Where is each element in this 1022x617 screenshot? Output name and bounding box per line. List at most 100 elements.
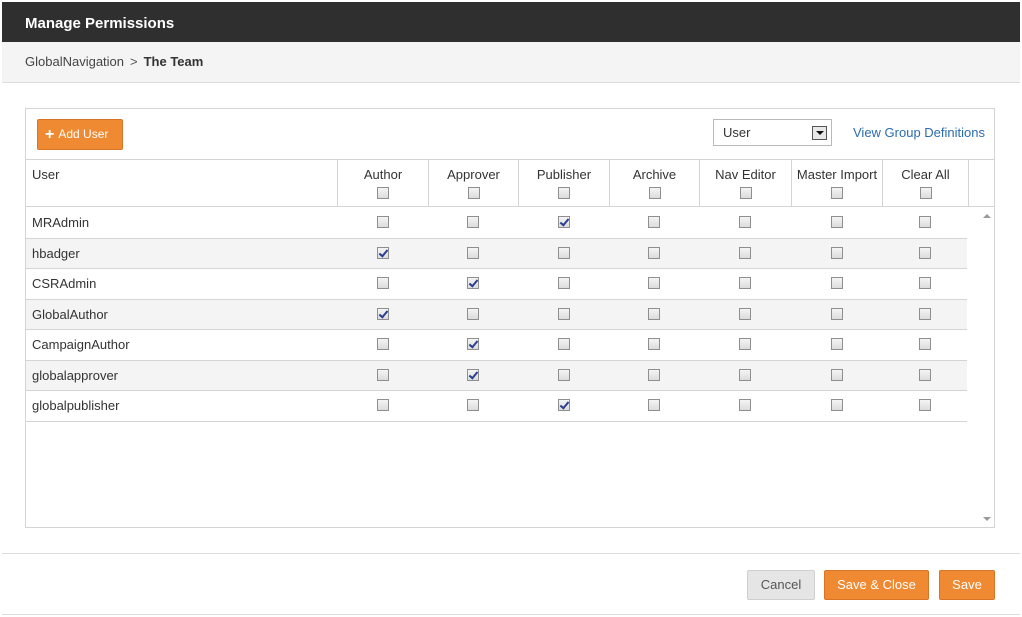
permission-archive-checkbox[interactable]	[648, 368, 660, 381]
permission-publisher-checkbox[interactable]	[558, 368, 570, 381]
permission-approver-checkbox[interactable]	[467, 277, 479, 289]
table-row: CampaignAuthor	[26, 330, 967, 361]
table-row: globalapprover	[26, 360, 967, 391]
select-all-nav-editor-checkbox[interactable]	[739, 187, 752, 199]
permission-master-import-checkbox[interactable]	[831, 277, 843, 289]
table-row: globalpublisher	[26, 391, 967, 422]
permission-nav-editor-checkbox[interactable]	[739, 399, 751, 411]
permission-author-checkbox[interactable]	[377, 399, 389, 411]
permission-author-checkbox[interactable]	[377, 216, 389, 228]
select-all-author-checkbox[interactable]	[377, 187, 389, 199]
column-header-label: Author	[363, 167, 403, 182]
table-row: MRAdmin	[26, 208, 967, 239]
permission-archive-checkbox[interactable]	[648, 246, 660, 259]
permission-approver-checkbox[interactable]	[467, 338, 479, 350]
table-row: GlobalAuthor	[26, 299, 967, 330]
breadcrumb-parent[interactable]: GlobalNavigation	[25, 54, 124, 69]
permission-publisher-checkbox[interactable]	[558, 246, 570, 259]
permission-nav-editor-checkbox[interactable]	[739, 246, 751, 259]
plus-icon: +	[45, 126, 55, 143]
column-header-label: User	[32, 167, 60, 182]
permission-approver-checkbox[interactable]	[467, 399, 479, 411]
permission-author-checkbox[interactable]	[377, 307, 389, 320]
permission-approver-checkbox[interactable]	[467, 368, 479, 381]
permission-author-checkbox[interactable]	[377, 246, 389, 259]
breadcrumb-separator: >	[130, 54, 138, 69]
user-name: globalpublisher	[32, 398, 120, 413]
permission-nav-editor-checkbox[interactable]	[739, 368, 751, 381]
permission-author-checkbox[interactable]	[377, 338, 389, 350]
permission-approver-checkbox[interactable]	[467, 216, 479, 228]
permission-publisher-checkbox[interactable]	[558, 338, 570, 350]
view-group-definitions-link[interactable]: View Group Definitions	[853, 125, 985, 140]
save-close-button[interactable]: Save & Close	[824, 570, 929, 600]
permission-master-import-checkbox[interactable]	[831, 307, 843, 320]
permission-archive-checkbox[interactable]	[648, 277, 660, 289]
permission-nav-editor-checkbox[interactable]	[739, 277, 751, 289]
column-header-nav-editor: Nav Editor	[700, 160, 792, 207]
table-header: User Author Approver Publisher Archive Nav Ed…	[26, 160, 994, 207]
permission-clear-all-checkbox[interactable]	[919, 399, 931, 411]
scroll-up-icon[interactable]	[983, 214, 991, 218]
dialog-title: Manage Permissions	[2, 2, 1020, 42]
table-row: CSRAdmin	[26, 269, 967, 300]
permission-publisher-checkbox[interactable]	[558, 307, 570, 320]
scroll-down-icon[interactable]	[983, 517, 991, 521]
column-header-label: Publisher	[536, 167, 592, 182]
column-header-label: Approver	[447, 167, 500, 182]
vertical-scrollbar[interactable]	[979, 208, 995, 527]
permission-archive-checkbox[interactable]	[648, 338, 660, 350]
save-button[interactable]: Save	[939, 570, 995, 600]
column-header-label: Archive	[632, 167, 677, 182]
user-name: globalapprover	[32, 367, 119, 383]
table-row: hbadger	[26, 238, 967, 269]
permission-master-import-checkbox[interactable]	[831, 338, 843, 350]
select-all-clear-all-checkbox[interactable]	[919, 187, 932, 199]
table-body: MRAdmin hbadger CSRAdmin GlobalAuthor Campai…	[26, 208, 967, 422]
permission-archive-checkbox[interactable]	[648, 216, 660, 228]
permission-clear-all-checkbox[interactable]	[919, 368, 931, 381]
permission-publisher-checkbox[interactable]	[558, 216, 570, 228]
permission-author-checkbox[interactable]	[377, 277, 389, 289]
type-select[interactable]: User	[713, 119, 832, 146]
permission-nav-editor-checkbox[interactable]	[739, 216, 751, 228]
user-name: MRAdmin	[32, 215, 90, 230]
column-header-author: Author	[338, 160, 429, 207]
permission-author-checkbox[interactable]	[377, 368, 389, 381]
user-name: CampaignAuthor	[32, 337, 130, 352]
permission-master-import-checkbox[interactable]	[831, 368, 843, 381]
breadcrumb: GlobalNavigation > The Team	[2, 42, 1020, 83]
column-header-label: Master Import	[796, 167, 878, 182]
column-header-master-import: Master Import	[792, 160, 883, 207]
permission-master-import-checkbox[interactable]	[831, 246, 843, 259]
select-all-publisher-checkbox[interactable]	[558, 187, 570, 199]
permission-clear-all-checkbox[interactable]	[919, 338, 931, 350]
user-name: hbadger	[32, 245, 80, 261]
permissions-panel: + Add User User View Group Definitions Us…	[25, 108, 995, 528]
permission-clear-all-checkbox[interactable]	[919, 307, 931, 320]
permission-approver-checkbox[interactable]	[467, 307, 479, 320]
permission-master-import-checkbox[interactable]	[831, 399, 843, 411]
permission-publisher-checkbox[interactable]	[558, 277, 570, 289]
cancel-button[interactable]: Cancel	[747, 570, 815, 600]
permission-archive-checkbox[interactable]	[648, 399, 660, 411]
permission-archive-checkbox[interactable]	[648, 307, 660, 320]
permission-clear-all-checkbox[interactable]	[919, 216, 931, 228]
select-all-master-import-checkbox[interactable]	[831, 187, 843, 199]
user-name: CSRAdmin	[32, 276, 97, 291]
select-all-approver-checkbox[interactable]	[467, 187, 480, 199]
permission-clear-all-checkbox[interactable]	[919, 246, 931, 259]
permission-publisher-checkbox[interactable]	[558, 399, 570, 411]
select-all-archive-checkbox[interactable]	[648, 187, 661, 199]
permission-approver-checkbox[interactable]	[467, 246, 479, 259]
breadcrumb-current: The Team	[143, 54, 204, 69]
add-user-button[interactable]: + Add User	[37, 119, 123, 150]
permission-clear-all-checkbox[interactable]	[919, 277, 931, 289]
chevron-down-icon[interactable]	[812, 126, 827, 140]
column-header-user: User	[26, 160, 338, 207]
column-header-label: Clear All	[901, 167, 950, 182]
permission-master-import-checkbox[interactable]	[831, 216, 843, 228]
permission-nav-editor-checkbox[interactable]	[739, 307, 751, 320]
permission-nav-editor-checkbox[interactable]	[739, 338, 751, 350]
column-header-clear-all: Clear All	[883, 160, 969, 207]
